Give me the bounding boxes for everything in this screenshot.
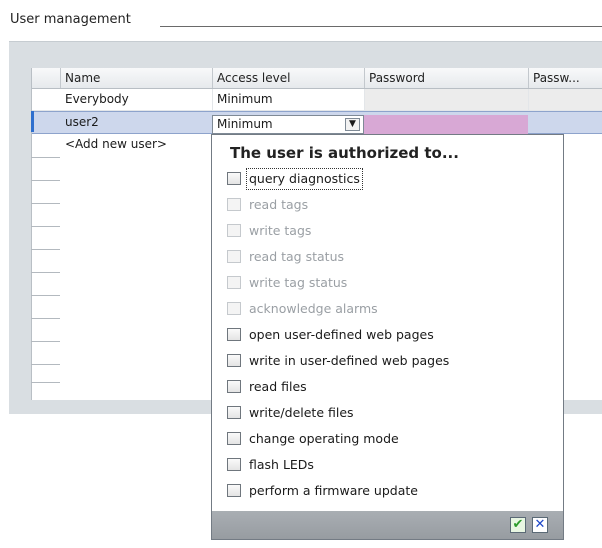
checkbox (227, 224, 241, 237)
permission-label: perform a firmware update (249, 483, 418, 498)
access-level-value: Minimum (217, 117, 273, 131)
permission-label: flash LEDs (249, 457, 314, 472)
password-cell[interactable] (365, 89, 529, 110)
row-divider (31, 226, 60, 227)
row-divider (31, 382, 60, 383)
close-icon[interactable]: ✕ (532, 517, 548, 533)
column-header-password[interactable]: Password (365, 68, 529, 88)
checkbox (227, 276, 241, 289)
permission-label: write/delete files (249, 405, 354, 420)
row-divider (31, 341, 60, 342)
checkbox[interactable] (227, 484, 241, 497)
section-divider (160, 26, 602, 27)
chevron-down-icon[interactable]: ▼ (345, 118, 360, 131)
permission-label: read tag status (249, 249, 345, 264)
table-row[interactable]: Everybody Minimum (32, 89, 602, 111)
authorization-dropdown: The user is authorized to... query diagn… (211, 134, 564, 540)
permission-label: acknowledge alarms (249, 301, 378, 316)
checkbox[interactable] (227, 458, 241, 471)
row-divider (31, 203, 60, 204)
user-name-cell[interactable]: user2 (61, 112, 213, 133)
permission-label: read tags (249, 197, 309, 212)
access-level-combobox[interactable]: Minimum ▼ (212, 115, 364, 134)
permission-label: read files (249, 379, 307, 394)
row-selector-active[interactable] (31, 111, 60, 132)
row-divider (31, 272, 60, 273)
column-header-name[interactable]: Name (61, 68, 213, 88)
password-confirm-cell[interactable] (529, 89, 602, 110)
row-divider (31, 318, 60, 319)
add-new-user-cell[interactable]: <Add new user> (61, 134, 213, 155)
permission-label: write tags (249, 223, 312, 238)
checkbox[interactable] (227, 354, 241, 367)
checkbox (227, 198, 241, 211)
checkbox[interactable] (227, 172, 241, 185)
column-header-access-level[interactable]: Access level (213, 68, 365, 88)
permission-label: write in user-defined web pages (249, 353, 450, 368)
header-row-selector (32, 68, 61, 88)
checkbox (227, 250, 241, 263)
row-divider (31, 249, 60, 250)
check-icon[interactable]: ✔ (510, 517, 526, 533)
permission-label: open user-defined web pages (249, 327, 434, 342)
user-name-cell[interactable]: Everybody (61, 89, 213, 110)
column-header-password-confirm[interactable]: Passw... (529, 68, 602, 88)
permission-label: query diagnostics (246, 168, 363, 190)
access-level-cell[interactable]: Minimum (213, 89, 365, 110)
row-divider (31, 364, 60, 365)
checkbox[interactable] (227, 406, 241, 419)
dropdown-footer: ✔ ✕ (212, 511, 563, 539)
row-divider (31, 157, 60, 158)
checkbox[interactable] (227, 380, 241, 393)
row-divider (31, 180, 60, 181)
section-title: User management (10, 12, 137, 27)
table-header: Name Access level Password Passw... (32, 68, 602, 89)
row-divider (31, 295, 60, 296)
permission-label: change operating mode (249, 431, 399, 446)
permission-label: write tag status (249, 275, 348, 290)
checkbox[interactable] (227, 328, 241, 341)
dropdown-title: The user is authorized to... (230, 144, 459, 162)
checkbox[interactable] (227, 432, 241, 445)
checkbox (227, 302, 241, 315)
password-cell-editing[interactable] (364, 115, 528, 134)
